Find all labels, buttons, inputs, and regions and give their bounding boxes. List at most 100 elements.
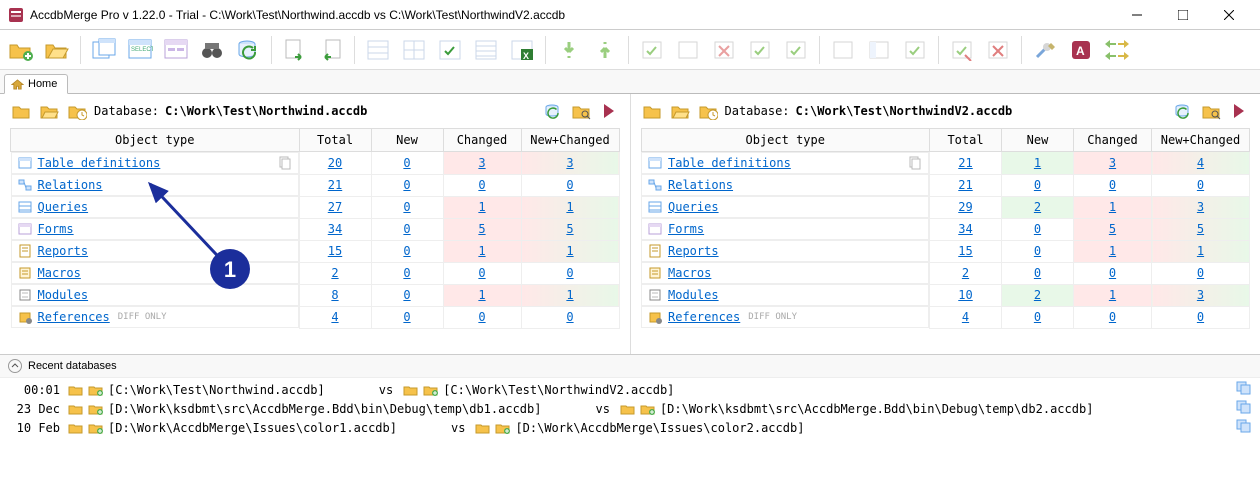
refresh-icon[interactable] [1172, 100, 1194, 122]
grid1-icon[interactable] [363, 35, 393, 65]
num-cell[interactable]: 0 [371, 306, 443, 328]
doc-arrow-left-icon[interactable] [316, 35, 346, 65]
obj-cell[interactable]: Modules [641, 284, 929, 306]
num-cell[interactable]: 1 [443, 196, 521, 218]
num-cell[interactable]: 34 [299, 218, 371, 240]
db-recent-icon[interactable] [66, 100, 88, 122]
num-cell[interactable]: 3 [1152, 196, 1250, 218]
num-cell[interactable]: 1 [1074, 240, 1152, 262]
num-cell[interactable]: 0 [1002, 174, 1074, 196]
num-cell[interactable]: 2 [1002, 196, 1074, 218]
col-newchg[interactable]: New+Changed [521, 129, 619, 152]
num-cell[interactable]: 0 [371, 284, 443, 306]
num-cell[interactable]: 0 [521, 262, 619, 284]
num-cell[interactable]: 21 [930, 152, 1002, 175]
num-cell[interactable]: 29 [930, 196, 1002, 218]
recent-left[interactable]: [C:\Work\Test\Northwind.accdb] [108, 383, 325, 397]
num-cell[interactable]: 0 [1002, 306, 1074, 328]
obj-link[interactable]: Queries [38, 200, 89, 214]
num-cell[interactable]: 0 [371, 196, 443, 218]
num-cell[interactable]: 2 [1002, 284, 1074, 306]
num-cell[interactable]: 3 [1074, 152, 1152, 175]
check-b-icon[interactable] [673, 35, 703, 65]
recent-left[interactable]: [D:\Work\ksdbmt\src\AccdbMerge.Bdd\bin\D… [108, 402, 541, 416]
db-icon[interactable] [641, 100, 663, 122]
obj-link[interactable]: Macros [668, 266, 711, 280]
num-cell[interactable]: 0 [1152, 306, 1250, 328]
num-cell[interactable]: 5 [521, 218, 619, 240]
col-obj[interactable]: Object type [641, 129, 930, 152]
obj-cell[interactable]: Table definitions [11, 152, 299, 174]
check-a-icon[interactable] [637, 35, 667, 65]
search-folder-icon[interactable] [570, 100, 592, 122]
num-cell[interactable]: 0 [1074, 262, 1152, 284]
recent-row[interactable]: 10 Feb [D:\Work\AccdbMerge\Issues\color1… [8, 418, 1252, 437]
num-cell[interactable]: 20 [299, 152, 371, 175]
num-cell[interactable]: 0 [521, 174, 619, 196]
db-open-icon[interactable] [669, 100, 691, 122]
num-cell[interactable]: 1 [1074, 196, 1152, 218]
recent-right[interactable]: [C:\Work\Test\NorthwindV2.accdb] [443, 383, 674, 397]
doc-arrow-right-icon[interactable] [280, 35, 310, 65]
tools-icon[interactable] [1030, 35, 1060, 65]
check-ok-c-icon[interactable] [781, 35, 811, 65]
num-cell[interactable]: 1 [521, 284, 619, 306]
obj-link[interactable]: Queries [668, 200, 719, 214]
num-cell[interactable]: 0 [1152, 262, 1250, 284]
refresh-db-icon[interactable] [233, 35, 263, 65]
obj-cell[interactable]: Macros [11, 262, 299, 284]
play-icon[interactable] [1228, 100, 1250, 122]
num-cell[interactable]: 0 [1002, 262, 1074, 284]
obj-link[interactable]: Reports [38, 244, 89, 258]
num-cell[interactable]: 0 [1002, 240, 1074, 262]
open-new-icon[interactable] [6, 35, 36, 65]
num-cell[interactable]: 0 [371, 174, 443, 196]
num-cell[interactable]: 1 [1152, 240, 1250, 262]
grid3-icon[interactable] [471, 35, 501, 65]
check-cancel-a-icon[interactable] [709, 35, 739, 65]
recent-right[interactable]: [D:\Work\AccdbMerge\Issues\color2.accdb] [515, 421, 804, 435]
obj-cell[interactable]: ReferencesDIFF ONLY [11, 306, 299, 328]
obj-cell[interactable]: Forms [641, 218, 929, 240]
obj-cell[interactable]: Modules [11, 284, 299, 306]
refresh-icon[interactable] [542, 100, 564, 122]
obj-link[interactable]: References [38, 310, 110, 324]
col-obj[interactable]: Object type [11, 129, 300, 152]
obj-cell[interactable]: Queries [11, 196, 299, 218]
close-button[interactable] [1206, 0, 1252, 30]
play-icon[interactable] [598, 100, 620, 122]
sync-down-icon[interactable] [554, 35, 584, 65]
num-cell[interactable]: 15 [299, 240, 371, 262]
num-cell[interactable]: 4 [930, 306, 1002, 328]
col-newchg[interactable]: New+Changed [1152, 129, 1250, 152]
panel-ok-icon[interactable] [900, 35, 930, 65]
obj-cell[interactable]: Relations [11, 174, 299, 196]
recent-bar[interactable]: Recent databases [0, 354, 1260, 377]
sheets-icon[interactable] [89, 35, 119, 65]
obj-link[interactable]: Table definitions [38, 156, 161, 170]
obj-cell[interactable]: Relations [641, 174, 929, 196]
select-icon[interactable]: SELECT [125, 35, 155, 65]
num-cell[interactable]: 5 [1152, 218, 1250, 240]
num-cell[interactable]: 0 [443, 306, 521, 328]
num-cell[interactable]: 0 [371, 262, 443, 284]
recent-row[interactable]: 23 Dec [D:\Work\ksdbmt\src\AccdbMerge.Bd… [8, 399, 1252, 418]
del-x-icon[interactable] [983, 35, 1013, 65]
num-cell[interactable]: 2 [930, 262, 1002, 284]
panel-a-icon[interactable] [828, 35, 858, 65]
num-cell[interactable]: 4 [1152, 152, 1250, 175]
num-cell[interactable]: 1 [1074, 284, 1152, 306]
check-ok-b-icon[interactable] [745, 35, 775, 65]
num-cell[interactable]: 34 [930, 218, 1002, 240]
num-cell[interactable]: 0 [371, 218, 443, 240]
obj-cell[interactable]: Forms [11, 218, 299, 240]
num-cell[interactable]: 0 [521, 306, 619, 328]
db-open-icon[interactable] [38, 100, 60, 122]
num-cell[interactable]: 10 [930, 284, 1002, 306]
obj-link[interactable]: Reports [668, 244, 719, 258]
col-new[interactable]: New [371, 129, 443, 152]
num-cell[interactable]: 3 [443, 152, 521, 175]
num-cell[interactable]: 21 [299, 174, 371, 196]
grid-ok-icon[interactable] [435, 35, 465, 65]
grid2-icon[interactable] [399, 35, 429, 65]
